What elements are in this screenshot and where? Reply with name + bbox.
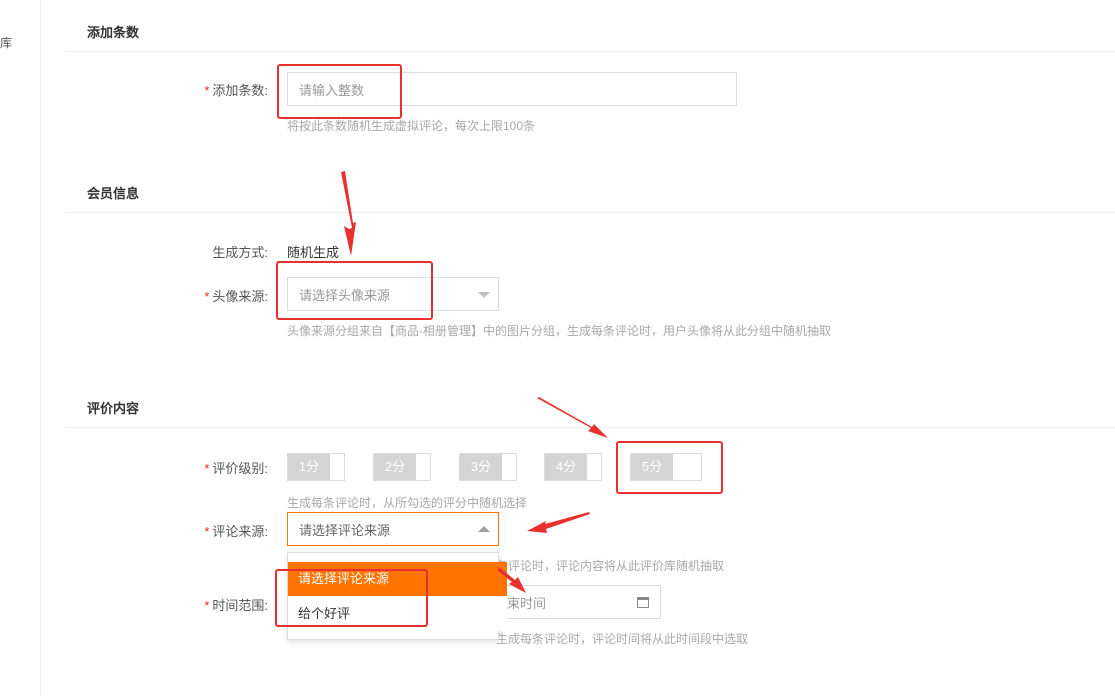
arrow-annotation bbox=[341, 171, 356, 256]
arrow-annotation bbox=[537, 397, 608, 438]
arrow-annotation bbox=[527, 512, 590, 533]
annotation-arrows bbox=[341, 171, 608, 593]
arrow-annotation bbox=[497, 568, 526, 593]
